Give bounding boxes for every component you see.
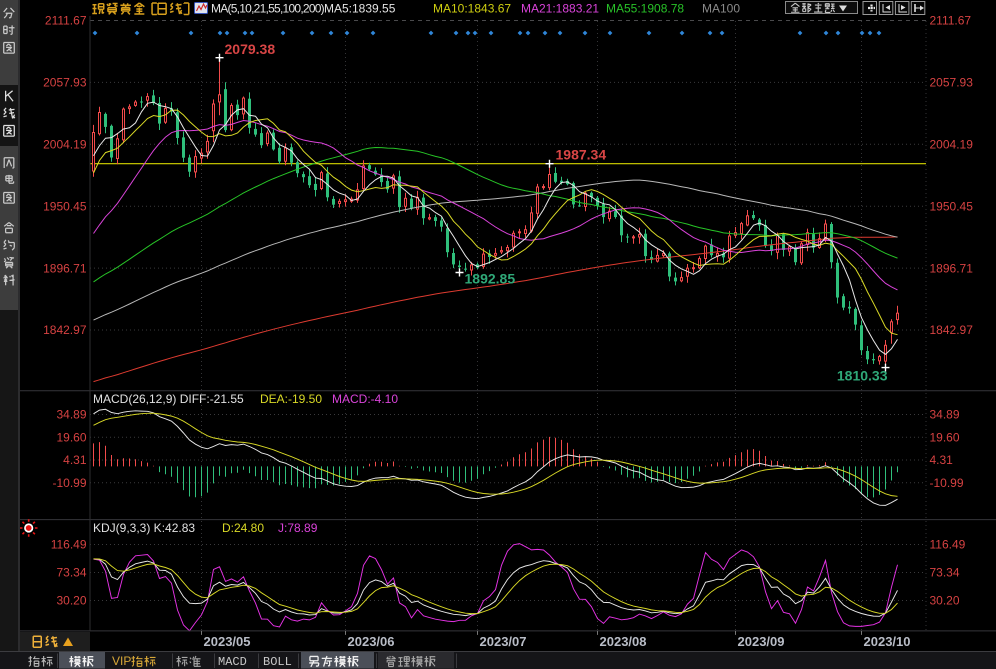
svg-text:MACD: MACD	[218, 655, 247, 669]
svg-text:BOLL: BOLL	[263, 655, 292, 669]
svg-text:VIP: VIP	[112, 654, 131, 668]
